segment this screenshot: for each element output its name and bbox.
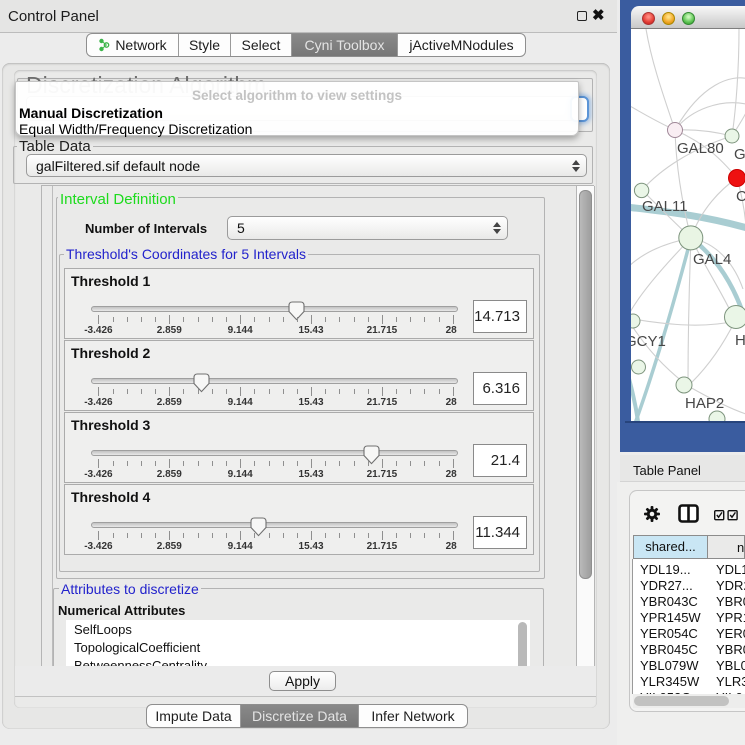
svg-text:GCY1: GCY1 [631, 333, 666, 350]
svg-text:GAL11: GAL11 [642, 198, 688, 215]
svg-text:H: H [735, 332, 745, 349]
svg-text:GAL80: GAL80 [677, 140, 724, 157]
svg-text:GAL4: GAL4 [693, 251, 731, 268]
svg-text:G.: G. [734, 146, 745, 163]
svg-text:C: C [736, 188, 745, 205]
svg-text:HAP2: HAP2 [685, 395, 724, 412]
